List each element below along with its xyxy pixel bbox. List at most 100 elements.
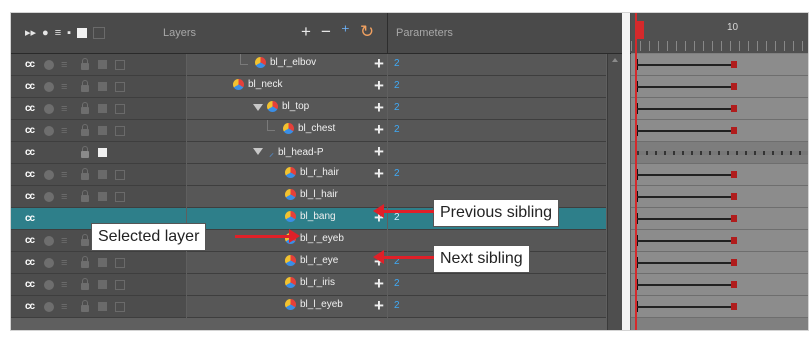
layer-name-cell[interactable]: bl_bang + [187,208,387,230]
layer-row[interactable]: cc ≡ bl_r_iris + 2 [11,274,626,296]
layer-row[interactable]: cc ≡ bl_l_eyeb + 2 [11,296,626,318]
motion-icon[interactable]: cc [25,81,35,92]
add-layer-plus-icon[interactable]: + [374,121,384,139]
add-layer-plus-icon[interactable]: + [374,55,384,73]
layer-row[interactable]: cc ≡ bl_neck + 2 [11,76,626,98]
stack-icon[interactable]: ≡ [55,27,61,39]
layer-name-cell[interactable]: bl_r_iris + [187,274,387,296]
color-swatch-icon[interactable] [98,192,107,201]
thumbnail-icon[interactable] [115,280,125,290]
lock-icon[interactable] [81,58,89,70]
lock-icon[interactable] [81,80,89,92]
add-layer-plus-icon[interactable]: + [374,99,384,117]
stack-icon[interactable]: ≡ [61,169,67,181]
parameter-cell[interactable]: 2 [388,274,606,296]
timeline-row[interactable] [631,274,808,296]
visibility-dot-icon[interactable] [44,104,54,114]
lock-icon[interactable] [81,168,89,180]
motion-icon[interactable]: cc [25,103,35,114]
lock-icon[interactable] [81,278,89,290]
layer-row[interactable]: cc ⸝ bl_head-P + [11,142,626,164]
stack-icon[interactable]: ≡ [61,103,67,115]
timeline-row[interactable] [631,208,808,230]
timeline-row[interactable] [631,186,808,208]
parameter-cell[interactable]: 2 [388,76,606,98]
parameter-cell[interactable]: 2 [388,296,606,318]
thumbnail-icon[interactable] [115,126,125,136]
stack-icon[interactable]: ≡ [61,81,67,93]
timeline-row[interactable] [631,296,808,318]
motion-icon[interactable]: cc [25,213,35,224]
motion-icon[interactable]: cc [25,169,35,180]
expand-arrow-icon[interactable] [253,104,263,111]
color-swatch-icon[interactable] [98,170,107,179]
visibility-dot-icon[interactable] [44,126,54,136]
lock-icon[interactable] [81,124,89,136]
color-swatch-icon[interactable] [98,82,107,91]
layer-row[interactable]: cc ≡ bl_r_elbov + 2 [11,54,626,76]
stack-icon[interactable]: ≡ [61,125,67,137]
layer-name-cell[interactable]: bl_l_eyeb + [187,296,387,318]
expand-arrow-icon[interactable] [253,148,263,155]
thumbnail-icon[interactable] [115,258,125,268]
lock-icon[interactable] [81,256,89,268]
animate-mode-icon[interactable]: ▸▸ [25,26,36,39]
lock-icon[interactable] [81,300,89,312]
playhead[interactable] [635,13,644,330]
lock-icon[interactable] [81,190,89,202]
lock-icon[interactable] [81,146,89,158]
keyframe-marker[interactable] [731,215,737,222]
motion-icon[interactable]: cc [25,257,35,268]
thumbnail-icon[interactable] [115,82,125,92]
thumbnail-icon[interactable] [115,192,125,202]
thumbnail-icon[interactable] [115,302,125,312]
stack-icon[interactable]: ≡ [61,301,67,313]
scroll-up-arrow-icon[interactable] [612,58,618,62]
timeline-row[interactable] [631,252,808,274]
lock-icon[interactable]: ▪ [67,27,71,39]
visibility-icon[interactable]: ● [42,27,49,39]
timeline-row[interactable] [631,54,808,76]
color-swatch-icon[interactable] [98,126,107,135]
stack-icon[interactable]: ≡ [61,235,67,247]
add-layer-plus-icon[interactable]: + [374,165,384,183]
stack-icon[interactable]: ≡ [61,257,67,269]
color-swatch-icon[interactable] [98,258,107,267]
motion-icon[interactable]: cc [25,279,35,290]
remove-layer-icon[interactable]: − [321,22,331,42]
motion-icon[interactable]: cc [25,301,35,312]
motion-icon[interactable]: cc [25,59,35,70]
timeline-row[interactable] [631,98,808,120]
add-layer-icon[interactable]: + [301,22,311,42]
layer-name-cell[interactable]: bl_neck + [187,76,387,98]
timeline-panel[interactable]: 10 [631,13,808,330]
visibility-dot-icon[interactable] [44,60,54,70]
stack-icon[interactable]: ≡ [61,191,67,203]
parameter-cell[interactable]: 2 [388,120,606,142]
keyframe-marker[interactable] [731,171,737,178]
layer-name-cell[interactable]: bl_r_hair + [187,164,387,186]
add-layer-plus-icon[interactable]: + [374,275,384,293]
color-swatch-icon[interactable] [98,104,107,113]
layer-row[interactable]: cc ≡ bl_r_hair + 2 [11,164,626,186]
visibility-dot-icon[interactable] [44,192,54,202]
keyframe-marker[interactable] [731,259,737,266]
add-layer-plus-icon[interactable]: + [374,297,384,315]
visibility-dot-icon[interactable] [44,82,54,92]
stack-icon[interactable]: ≡ [61,279,67,291]
layer-properties-icon[interactable]: ↻ [360,22,374,42]
add-layer-plus-icon[interactable]: + [374,143,384,161]
lock-icon[interactable] [81,234,89,246]
add-layer-plus-icon[interactable]: + [374,77,384,95]
visibility-dot-icon[interactable] [44,258,54,268]
layer-name-cell[interactable]: bl_chest + [187,120,387,142]
layer-row[interactable]: cc ≡ bl_top + 2 [11,98,626,120]
keyframe-marker[interactable] [731,61,737,68]
thumbnail-icon[interactable] [93,26,106,39]
timeline-row[interactable] [631,120,808,142]
keyframe-marker[interactable] [731,83,737,90]
layer-name-cell[interactable]: bl_top + [187,98,387,120]
playhead-handle[interactable] [636,21,644,39]
visibility-dot-icon[interactable] [44,302,54,312]
motion-icon[interactable]: cc [25,147,35,158]
